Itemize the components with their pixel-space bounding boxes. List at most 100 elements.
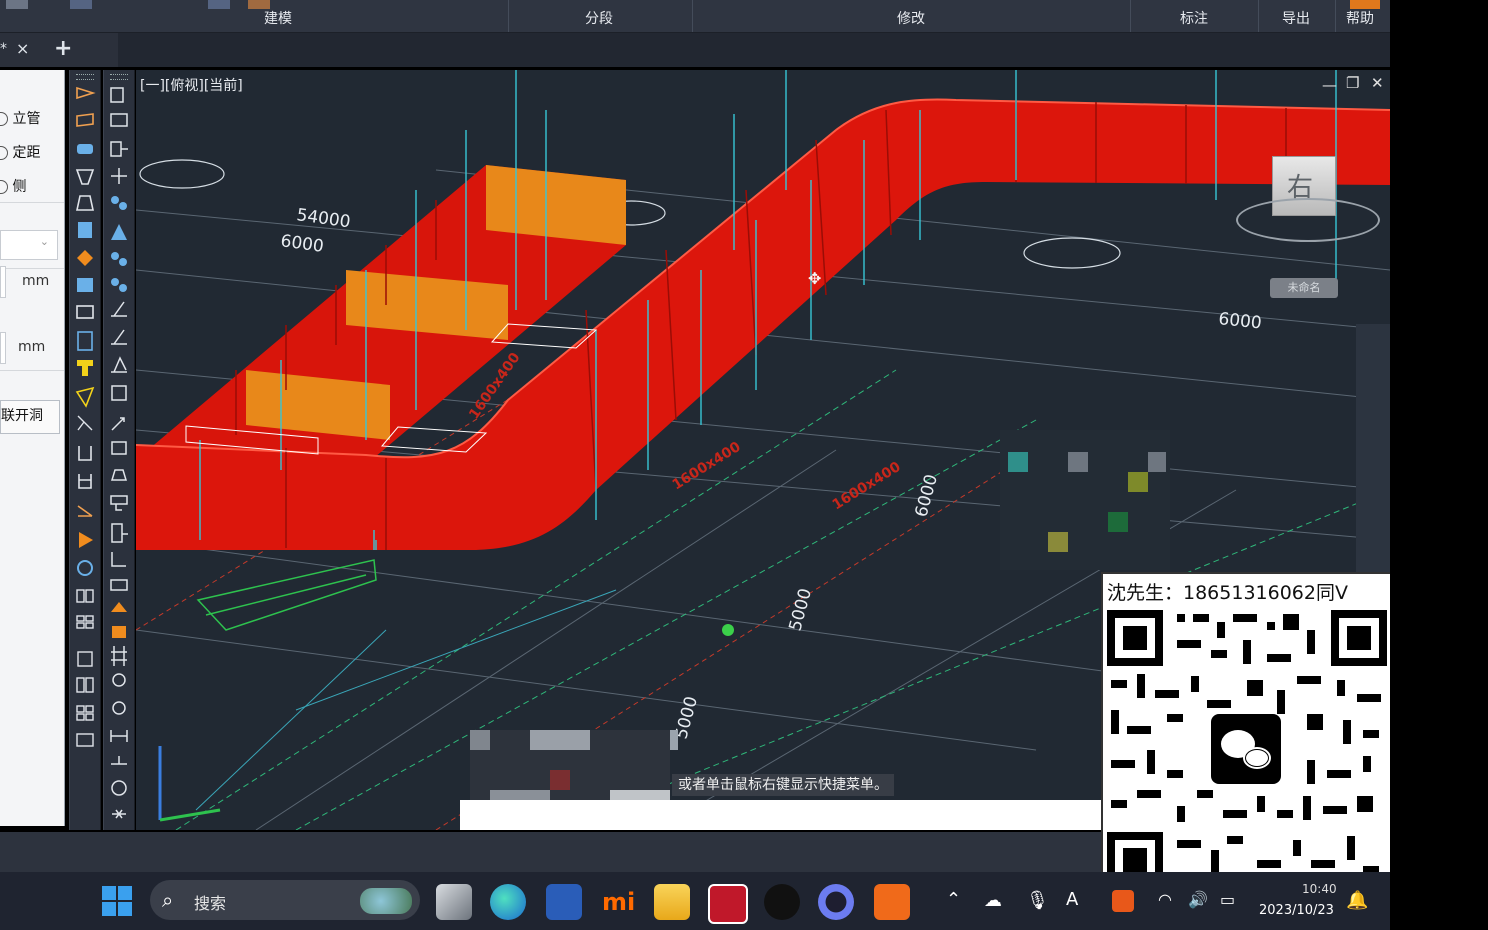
wifi-icon[interactable]: ◠ [1158, 890, 1172, 909]
new-tab-button[interactable]: + [54, 36, 72, 61]
chevron-up-icon[interactable]: ⌃ [946, 889, 961, 910]
store-icon[interactable] [546, 884, 582, 920]
up-arrow-tool-icon [111, 602, 127, 612]
radio-icon [0, 180, 8, 194]
ime-icon[interactable]: A [1066, 889, 1078, 910]
hood-tool-icon [75, 169, 95, 185]
minimize-icon[interactable]: — [1322, 76, 1337, 94]
link-opening-button[interactable]: 联开洞 [0, 400, 60, 434]
tool-strip-right [103, 70, 135, 830]
tool-icons-column-2 [110, 87, 128, 819]
duct-tool-icon [76, 86, 96, 100]
ribbon-icon[interactable] [248, 0, 270, 9]
search-highlight-image [360, 888, 412, 914]
app-icon[interactable] [818, 884, 854, 920]
value-input[interactable] [0, 332, 6, 364]
column-tool-icon [77, 331, 93, 351]
ribbon-tab-segment[interactable]: 分段 [585, 8, 613, 28]
ribbon-icon[interactable] [208, 0, 230, 9]
contact-overlay: 沈先生：18651316062同V [1101, 572, 1393, 894]
file-explorer-icon[interactable] [654, 884, 690, 920]
spiral-tool-icon [112, 701, 126, 715]
sogou-icon[interactable] [1112, 890, 1134, 912]
valve-tool-icon [77, 250, 93, 266]
fitting-tool-icon [75, 386, 95, 408]
duct-box-tool-icon [112, 626, 126, 638]
corner-tool-icon [111, 552, 126, 567]
chevron-down-icon: ⌄ [39, 235, 49, 248]
cloud-icon[interactable]: ☁ [984, 890, 1002, 911]
compass-ring[interactable] [1236, 198, 1380, 242]
stack-tool-icon [110, 469, 128, 481]
ribbon-separator [692, 0, 693, 32]
ribbon-menu: 建模 分段 修改 标注 导出 帮助 [0, 0, 1390, 33]
volume-icon[interactable]: 🔊 [1188, 890, 1208, 909]
recorder-icon[interactable] [874, 884, 910, 920]
command-hint: 或者单击鼠标右键显示快捷菜单。 [672, 774, 894, 796]
rotate-tool-icon [112, 673, 126, 687]
unit-label: mm [22, 273, 50, 289]
panel-tool-icon [76, 589, 85, 603]
viewport-label[interactable]: [一][俯视][当前] [140, 75, 243, 95]
command-line[interactable] [460, 800, 1102, 830]
clock-date[interactable]: 2023/10/23 [1259, 903, 1334, 918]
grip-icon[interactable] [110, 74, 128, 80]
qr-code [1107, 610, 1387, 888]
radio-icon [0, 112, 8, 126]
x-tool-icon [112, 809, 126, 819]
dimension-text: 6000 [279, 231, 325, 257]
edge-browser-icon[interactable] [490, 884, 526, 920]
tool-icons-column-1b [76, 651, 94, 747]
radio-riser[interactable]: 立管 [0, 108, 40, 128]
radio-fixed-distance[interactable]: 定距 [0, 142, 40, 162]
restore-icon[interactable]: ❐ [1346, 74, 1359, 92]
frame-tool-icon [77, 651, 93, 667]
cross-tool-icon [77, 415, 93, 431]
contact-text: 沈先生：18651316062同V [1107, 582, 1348, 604]
close-tab-icon[interactable]: × [16, 39, 29, 58]
qq-icon[interactable] [764, 884, 800, 920]
view-name-tag[interactable]: 未命名 [1270, 278, 1338, 298]
ribbon-icon[interactable] [1350, 0, 1380, 9]
play-tool-icon [79, 532, 93, 548]
cad-app-icon[interactable] [708, 884, 748, 924]
property-panel: 立管 定距 侧 ⌄ mm mm 联开洞 [0, 70, 65, 826]
node-tool-icon [111, 196, 119, 204]
insert-point-marker [722, 624, 734, 636]
search-icon: ⌕ [162, 888, 174, 912]
mi-app-icon[interactable]: mi [602, 888, 635, 916]
connect-tool-icon [111, 523, 128, 543]
join-tool-icon [111, 252, 119, 260]
close-icon[interactable]: ✕ [1371, 74, 1384, 92]
dimension-text: 54000 [295, 205, 351, 232]
paste-tool-icon [110, 495, 128, 511]
battery-icon[interactable]: ▭ [1220, 890, 1235, 909]
ribbon-tab-export[interactable]: 导出 [1282, 8, 1310, 28]
ahu-tool-icon [77, 278, 93, 292]
ribbon-separator [1258, 0, 1259, 32]
task-view-icon[interactable] [436, 884, 472, 920]
microphone-icon[interactable]: 🎙 [1026, 890, 1049, 911]
tool-strip-left [69, 70, 101, 830]
taskbar-search[interactable]: ⌕ 搜索 [150, 880, 420, 920]
fan-tool-icon [77, 144, 93, 154]
value-input[interactable] [0, 266, 6, 298]
ribbon-tab-modify[interactable]: 修改 [897, 8, 925, 28]
grip-icon[interactable] [76, 74, 94, 80]
clock-time[interactable]: 10:40 [1302, 882, 1337, 896]
dropdown-field[interactable]: ⌄ [0, 230, 58, 260]
hanger-tool-icon [78, 446, 92, 461]
split-tool-icon [111, 278, 119, 286]
divider [0, 370, 64, 371]
north-icon [111, 780, 127, 796]
ribbon-tab-annotate[interactable]: 标注 [1180, 8, 1208, 28]
nav-bar[interactable] [1356, 324, 1390, 574]
radio-side[interactable]: 侧 [0, 176, 26, 196]
notification-bell-icon[interactable]: 🔔 [1346, 890, 1368, 911]
windows-start-icon[interactable] [102, 886, 132, 916]
ribbon-icon[interactable] [6, 0, 28, 9]
ribbon-icon[interactable] [70, 0, 92, 9]
axis-bubble [139, 159, 225, 189]
ribbon-tab-modeling[interactable]: 建模 [264, 8, 292, 28]
ribbon-tab-help[interactable]: 帮助 [1346, 8, 1374, 28]
